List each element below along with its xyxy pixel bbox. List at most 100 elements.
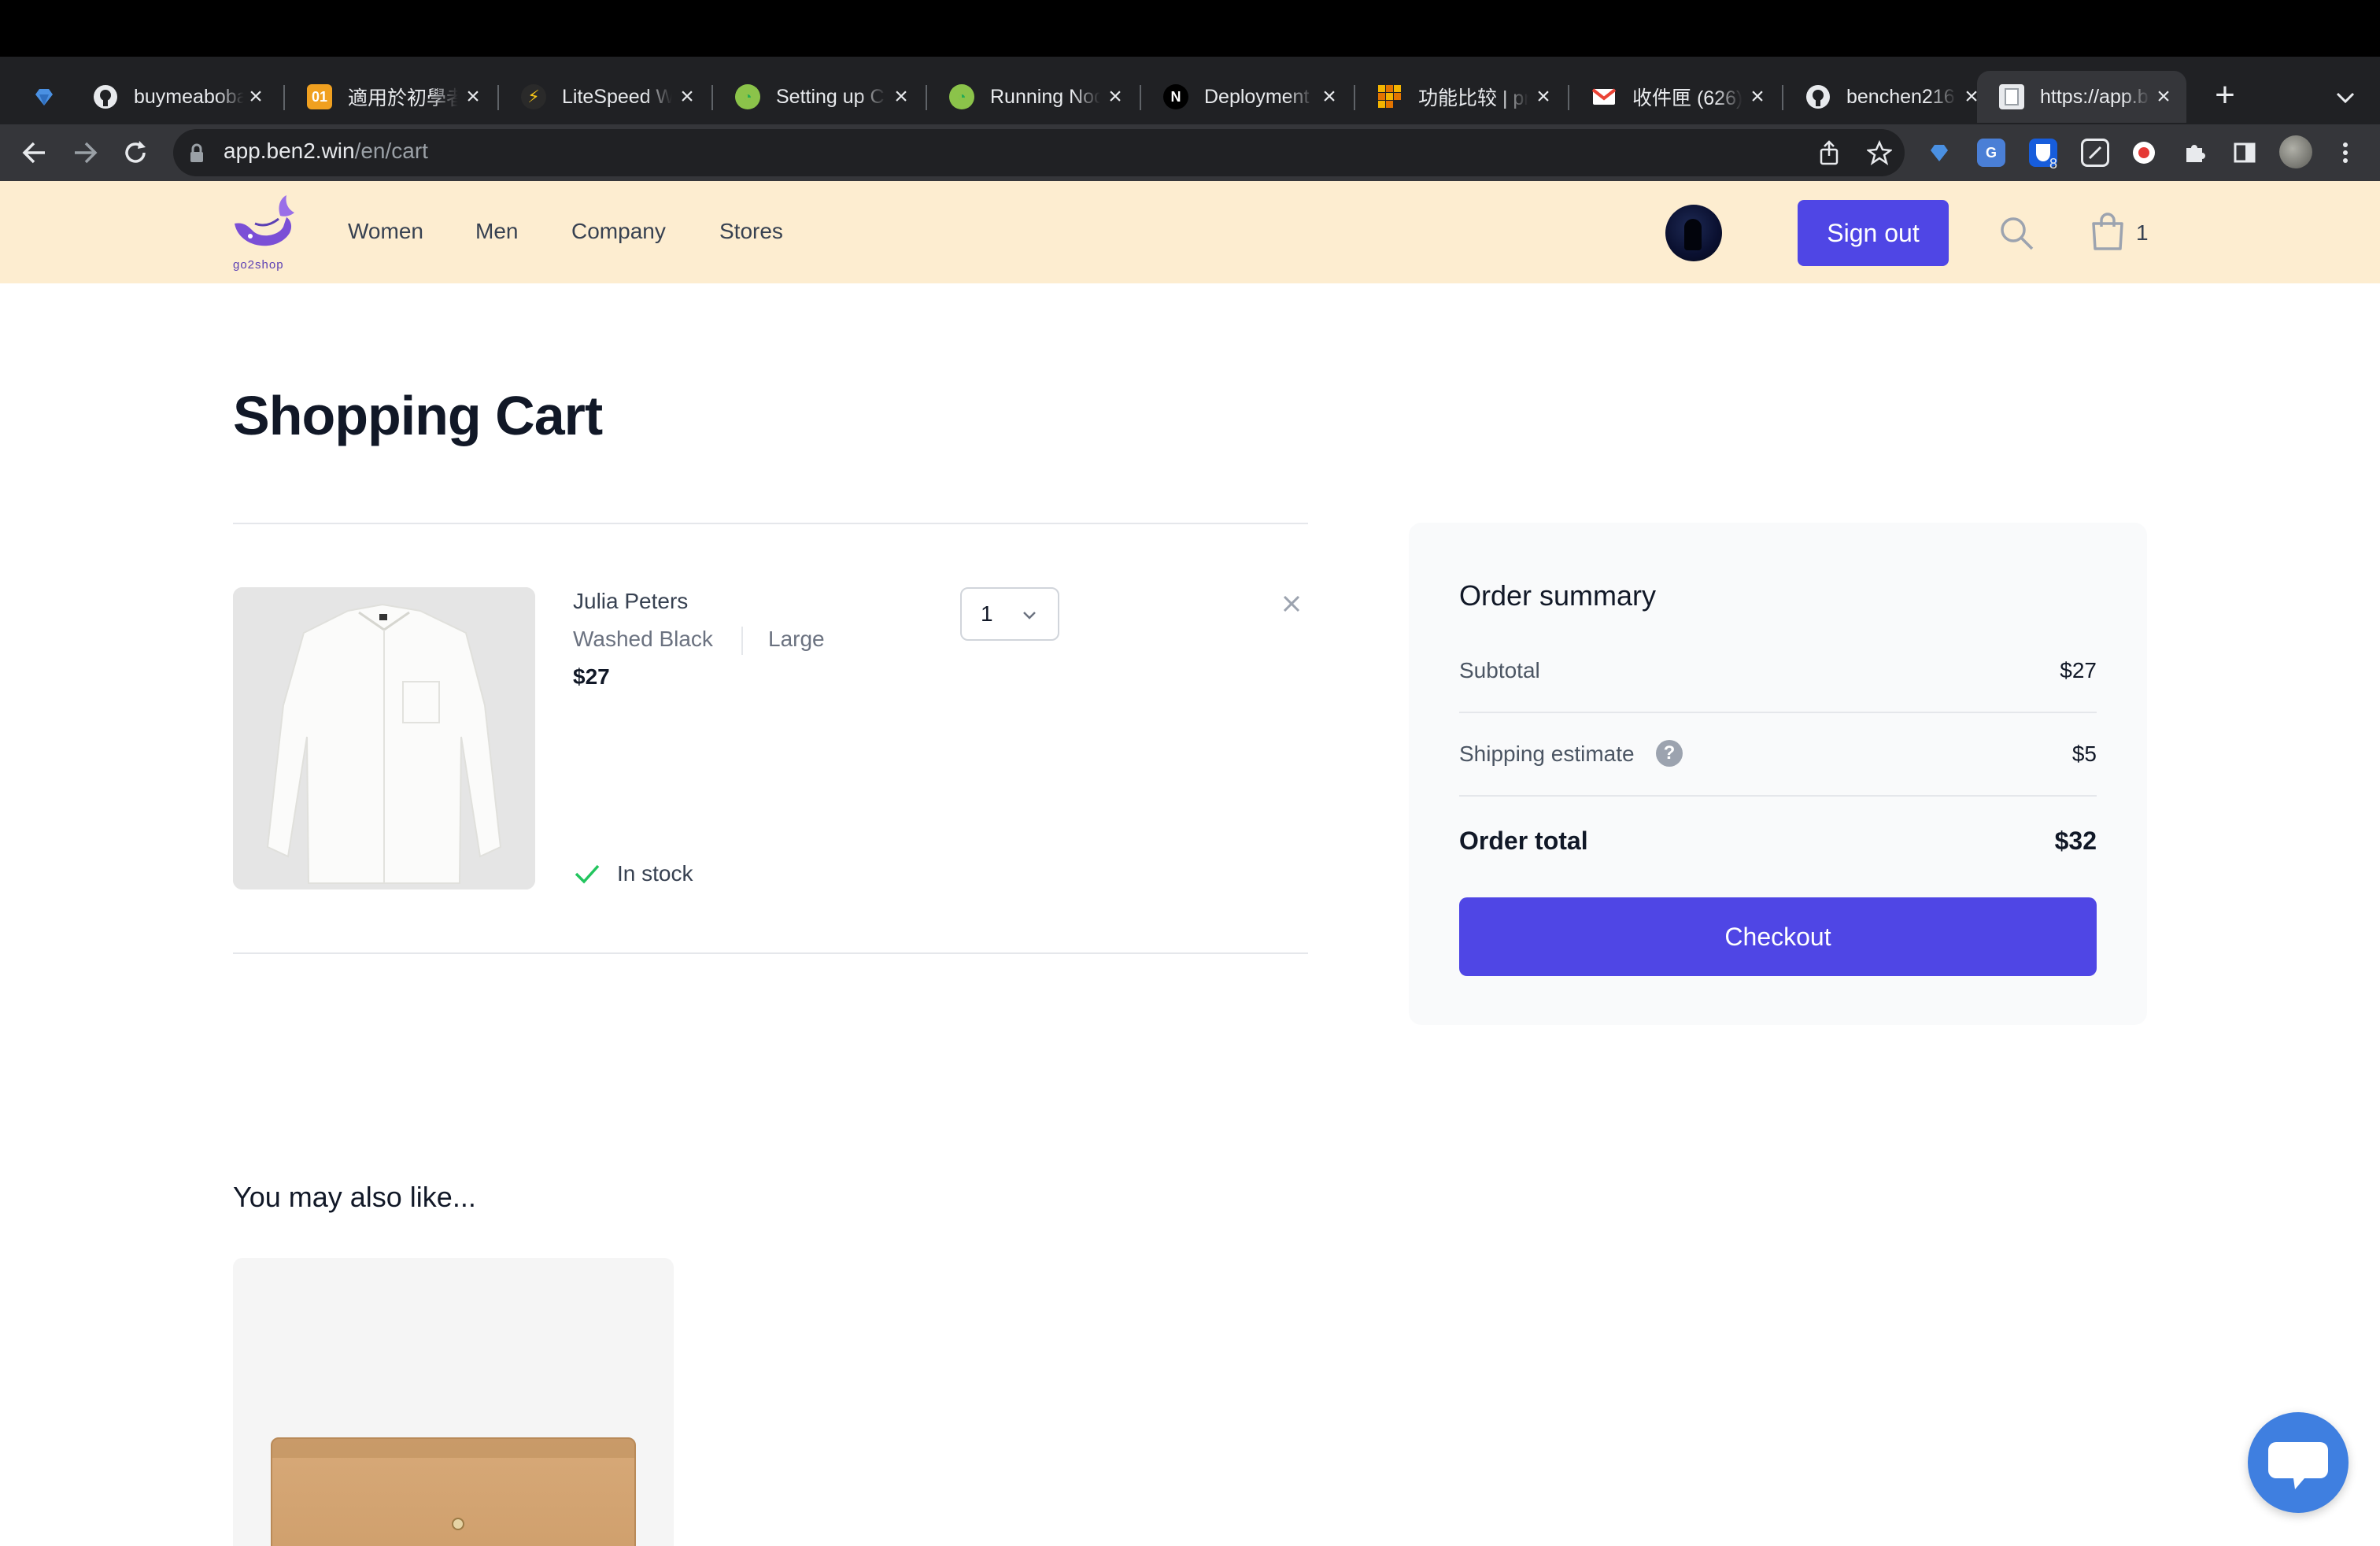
user-avatar[interactable] [1665, 205, 1722, 261]
summary-divider [1459, 795, 2097, 797]
subtotal-label: Subtotal [1459, 658, 1540, 682]
cart-bottom-divider [233, 952, 1308, 954]
grid-icon [1377, 84, 1402, 109]
recommended-product-card[interactable] [233, 1258, 674, 1546]
arrow-right-icon [75, 142, 98, 164]
tab-label: 收件匣 (626) [1632, 87, 1743, 109]
cyberpanel-icon: ◔ [735, 84, 760, 109]
profile-avatar-icon[interactable] [2279, 135, 2312, 168]
close-tab-icon[interactable]: × [1532, 83, 1555, 109]
logo-text: go2shop [233, 258, 284, 272]
tab-4[interactable]: ◔ Setting up C × [713, 71, 924, 123]
new-tab-button[interactable]: + [2207, 76, 2243, 114]
close-tab-icon[interactable]: × [244, 83, 268, 109]
back-button[interactable] [17, 135, 52, 170]
tab-5[interactable]: ◔ Running Nod × [927, 71, 1138, 123]
translate-extension-icon[interactable]: G [1977, 139, 2005, 167]
tab-label: Setting up C [776, 85, 885, 108]
product-size: Large [768, 627, 825, 651]
nav-women[interactable]: Women [348, 219, 423, 244]
tab-9[interactable]: benchen216 × [1783, 71, 1994, 123]
tab-0[interactable] [11, 71, 66, 123]
cart-count[interactable]: 1 [2136, 220, 2149, 246]
forward-button[interactable] [68, 135, 102, 170]
recommendations-title: You may also like... [233, 1181, 476, 1213]
shopping-bag-icon[interactable] [2089, 211, 2127, 252]
stock-status: In stock [617, 861, 693, 886]
close-tab-icon[interactable]: × [1318, 83, 1341, 109]
more-menu-icon[interactable] [2331, 139, 2360, 167]
tab-label: LiteSpeed W [562, 85, 672, 108]
tab-search-button[interactable] [2330, 82, 2361, 113]
quantity-select[interactable]: 1 [960, 587, 1059, 641]
lock-icon[interactable] [189, 143, 208, 164]
cyberpanel-icon: ◔ [949, 84, 974, 109]
notes-extension-icon[interactable] [2081, 139, 2109, 167]
chat-button[interactable] [2248, 1412, 2349, 1513]
search-icon[interactable] [1998, 214, 2035, 252]
attribute-divider [741, 627, 743, 655]
close-tab-icon[interactable]: × [461, 83, 485, 109]
nav-company[interactable]: Company [571, 219, 666, 244]
tab-6[interactable]: N Deployment × [1141, 71, 1352, 123]
arrow-left-icon [22, 142, 45, 164]
tab-3[interactable]: ⚡ LiteSpeed W × [499, 71, 710, 123]
tab-7[interactable]: 功能比较 | pr × [1355, 71, 1566, 123]
tab-label: 適用於初學者 [348, 87, 458, 109]
01-icon: 01 [307, 84, 332, 109]
tab-label: Running Nod [990, 85, 1100, 108]
record-extension-icon[interactable] [2130, 139, 2158, 167]
bookmark-star-icon[interactable] [1865, 139, 1894, 167]
order-total-value: $32 [2054, 827, 2097, 855]
close-tab-icon[interactable]: × [1746, 83, 1769, 109]
check-icon [573, 860, 601, 888]
summary-divider [1459, 712, 2097, 713]
subtotal-value: $27 [2060, 658, 2097, 682]
tab-label: 功能比较 | pr [1418, 87, 1528, 109]
url-text[interactable]: app.ben2.win/en/cart [224, 139, 428, 164]
shirt-image [233, 587, 535, 890]
chevron-down-icon [2336, 92, 2355, 104]
product-name[interactable]: Julia Peters [573, 589, 688, 614]
product-image[interactable] [233, 587, 535, 890]
close-tab-icon[interactable]: × [1103, 83, 1127, 109]
tab-8[interactable]: 收件匣 (626) × [1569, 71, 1780, 123]
puzzle-icon[interactable] [2180, 139, 2208, 167]
remove-item-button[interactable] [1278, 590, 1305, 617]
shipping-value: $5 [2071, 742, 2097, 766]
product-price: $27 [573, 664, 610, 689]
checkout-button[interactable]: Checkout [1459, 897, 2097, 976]
cart-top-divider [233, 523, 1308, 524]
address-bar[interactable] [173, 129, 1905, 176]
close-tab-icon[interactable]: × [889, 83, 913, 109]
extension-badge: 8 [2049, 156, 2058, 172]
chat-bubble-icon [2268, 1442, 2328, 1489]
url-path: /en/cart [354, 139, 428, 163]
nav-stores[interactable]: Stores [719, 219, 783, 244]
github-icon [93, 84, 118, 109]
tab-2[interactable]: 01 適用於初學者 × [285, 71, 496, 123]
sign-out-button[interactable]: Sign out [1798, 200, 1949, 266]
help-icon[interactable]: ? [1656, 740, 1683, 767]
reload-button[interactable] [118, 135, 153, 170]
page-icon [1999, 84, 2024, 109]
nav-men[interactable]: Men [475, 219, 518, 244]
close-tab-icon[interactable]: × [2152, 83, 2175, 109]
close-icon [1283, 595, 1300, 612]
tab-label: https://app.b [2040, 85, 2149, 108]
tab-1[interactable]: buymeaboba × [71, 71, 279, 123]
order-total-label: Order total [1459, 827, 1588, 855]
share-icon[interactable] [1815, 139, 1843, 167]
close-tab-icon[interactable]: × [675, 83, 699, 109]
tab-label: benchen216 [1846, 85, 1955, 108]
wallet-image [271, 1437, 636, 1546]
chevron-down-icon [1023, 612, 1036, 620]
product-color: Washed Black [573, 627, 713, 651]
page-title: Shopping Cart [233, 385, 603, 446]
sapphire-extension-icon[interactable] [1925, 139, 1953, 167]
side-panel-icon[interactable] [2230, 139, 2259, 167]
tab-10-active[interactable]: https://app.b × [1977, 71, 2186, 123]
url-host: app.ben2.win [224, 139, 355, 163]
nextjs-icon: N [1163, 84, 1188, 109]
shipping-label: Shipping estimate [1459, 742, 1635, 766]
